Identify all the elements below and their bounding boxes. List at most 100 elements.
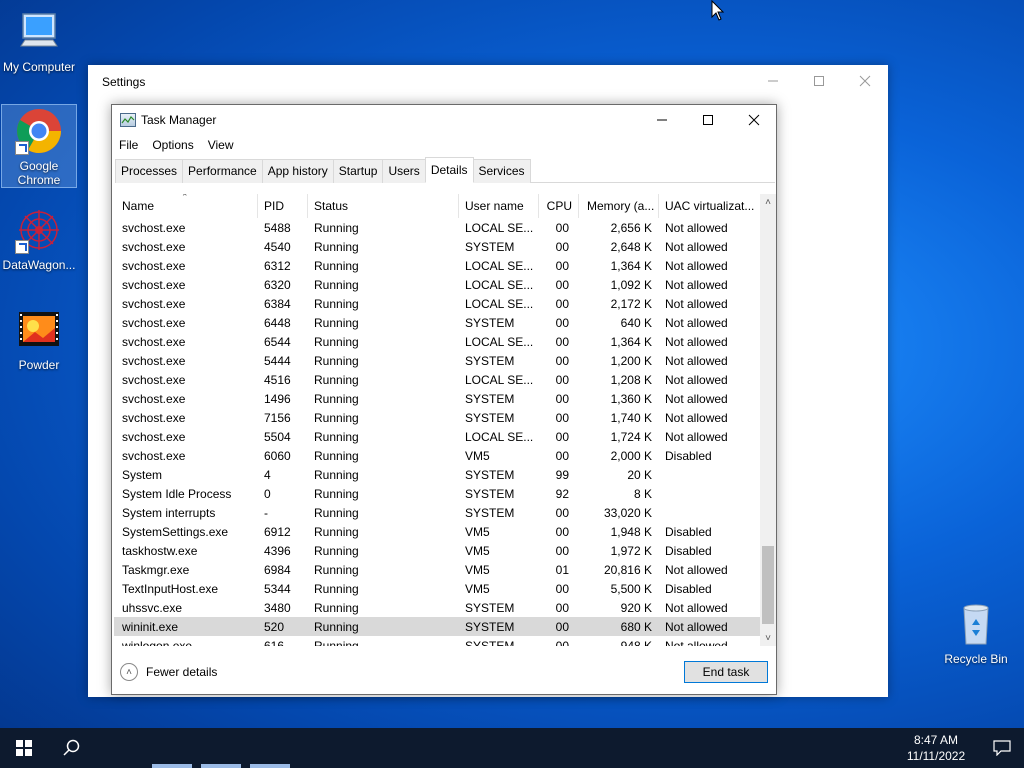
taskbar-app-indicator[interactable] <box>201 764 241 768</box>
fewer-details-label: Fewer details <box>146 665 218 679</box>
cell-uac: Not allowed <box>665 601 728 615</box>
scroll-down-icon[interactable]: ˅ <box>760 630 776 646</box>
cell-uac: Not allowed <box>665 354 728 368</box>
settings-minimize-button[interactable] <box>750 69 796 93</box>
desktop-icon-powder[interactable]: Powder <box>1 306 77 372</box>
fewer-details-toggle[interactable]: ˄ Fewer details <box>120 663 217 681</box>
start-button[interactable] <box>0 728 48 768</box>
taskbar-app-indicator[interactable] <box>152 764 192 768</box>
column-header-memory[interactable]: Memory (a... <box>579 194 659 218</box>
tm-close-button[interactable] <box>731 105 777 135</box>
scroll-up-icon[interactable]: ˄ <box>760 194 776 210</box>
cell-name: svchost.exe <box>122 430 186 444</box>
table-row[interactable]: Taskmgr.exe 6984 Running VM5 01 20,816 K Not a… <box>114 560 761 579</box>
tab-processes[interactable]: Processes <box>115 159 184 183</box>
cell-name: System <box>122 468 163 482</box>
column-header-pid[interactable]: PID <box>258 194 308 218</box>
scroll-thumb[interactable] <box>762 546 774 624</box>
cell-status: Running <box>314 335 359 349</box>
tab-users[interactable]: Users <box>382 159 426 183</box>
desktop-icon-datawagon[interactable]: DataWagon... <box>1 206 77 272</box>
tab-services[interactable]: Services <box>472 159 531 183</box>
table-row[interactable]: svchost.exe 6384 Running LOCAL SE... 00 2,172… <box>114 294 761 313</box>
cell-name: svchost.exe <box>122 335 186 349</box>
vertical-scrollbar[interactable]: ˄ ˅ <box>760 194 776 646</box>
cell-status: Running <box>314 639 359 646</box>
column-header-status[interactable]: Status <box>308 194 459 218</box>
settings-maximize-button[interactable] <box>796 69 842 93</box>
tab-startup[interactable]: Startup <box>332 159 384 183</box>
cell-cpu: 00 <box>555 601 569 615</box>
column-header-uac[interactable]: UAC virtualizat... <box>659 194 761 218</box>
table-row[interactable]: uhssvc.exe 3480 Running SYSTEM 00 920 K Not al… <box>114 598 761 617</box>
table-row[interactable]: svchost.exe 6312 Running LOCAL SE... 00 1,364… <box>114 256 761 275</box>
column-header-cpu[interactable]: CPU <box>539 194 579 218</box>
table-row[interactable]: TextInputHost.exe 5344 Running VM5 00 5,500 K… <box>114 579 761 598</box>
table-row[interactable]: svchost.exe 6448 Running SYSTEM 00 640 K Not a… <box>114 313 761 332</box>
cell-memory: 2,172 K <box>610 297 652 311</box>
table-row[interactable]: SystemSettings.exe 6912 Running VM5 00 1,948 … <box>114 522 761 541</box>
table-row[interactable]: winlogon.exe 616 Running SYSTEM 00 948 K Not a… <box>114 636 761 646</box>
table-row[interactable]: svchost.exe 5488 Running LOCAL SE... 00 2,656… <box>114 218 761 237</box>
task-manager-window[interactable]: Task Manager File Options View Processes… <box>111 104 777 695</box>
desktop-icon-recycle-bin[interactable]: Recycle Bin <box>938 600 1014 666</box>
table-row[interactable]: svchost.exe 6544 Running LOCAL SE... 00 1,364… <box>114 332 761 351</box>
tm-maximize-button[interactable] <box>685 105 731 135</box>
cell-name: winlogon.exe <box>122 639 193 646</box>
cell-name: System interrupts <box>122 506 216 520</box>
table-row[interactable]: svchost.exe 4540 Running SYSTEM 00 2,648 K Not… <box>114 237 761 256</box>
recycle-bin-icon <box>952 600 1000 648</box>
tab-performance[interactable]: Performance <box>182 159 263 183</box>
table-row[interactable]: System interrupts - Running SYSTEM 00 33,020 … <box>114 503 761 522</box>
taskbar-app-indicator[interactable] <box>250 764 290 768</box>
table-row[interactable]: svchost.exe 6060 Running VM5 00 2,000 K Disabl… <box>114 446 761 465</box>
tab-details[interactable]: Details <box>424 157 474 183</box>
table-row[interactable]: taskhostw.exe 4396 Running VM5 00 1,972 K Disa… <box>114 541 761 560</box>
chevron-up-icon: ˄ <box>120 663 138 681</box>
desktop-icon-my-computer[interactable]: My Computer <box>1 8 77 74</box>
cell-pid: 6984 <box>264 563 291 577</box>
column-header-user-name[interactable]: User name <box>459 194 539 218</box>
cell-name: svchost.exe <box>122 278 186 292</box>
task-manager-titlebar[interactable]: Task Manager <box>112 105 776 135</box>
notification-center-button[interactable] <box>980 728 1024 768</box>
tab-app-history[interactable]: App history <box>261 159 334 183</box>
close-icon <box>859 75 871 87</box>
tm-minimize-button[interactable] <box>639 105 685 135</box>
desktop-icon-google-chrome[interactable]: Google Chrome <box>1 104 77 188</box>
taskbar-clock[interactable]: 8:47 AM 11/11/2022 <box>896 732 976 764</box>
cell-memory: 8 K <box>633 487 652 501</box>
cell-cpu: 99 <box>555 468 569 482</box>
menu-options[interactable]: Options <box>145 135 200 157</box>
cell-pid: 5444 <box>264 354 291 368</box>
table-row[interactable]: svchost.exe 1496 Running SYSTEM 00 1,360 K Not… <box>114 389 761 408</box>
cell-user: LOCAL SE... <box>465 278 534 292</box>
menu-view[interactable]: View <box>201 135 241 157</box>
table-row[interactable]: System Idle Process 0 Running SYSTEM 92 8 K <box>114 484 761 503</box>
table-row[interactable]: svchost.exe 6320 Running LOCAL SE... 00 1,092… <box>114 275 761 294</box>
chrome-icon <box>15 107 63 155</box>
end-task-button[interactable]: End task <box>684 661 768 683</box>
cell-status: Running <box>314 221 359 235</box>
datawagon-icon <box>15 206 63 254</box>
table-row[interactable]: System 4 Running SYSTEM 99 20 K <box>114 465 761 484</box>
table-row[interactable]: svchost.exe 5504 Running LOCAL SE... 00 1,724… <box>114 427 761 446</box>
cell-name: SystemSettings.exe <box>122 525 229 539</box>
cell-memory: 20,816 K <box>603 563 652 577</box>
table-row[interactable]: wininit.exe 520 Running SYSTEM 00 680 K Not al… <box>114 617 761 636</box>
settings-close-button[interactable] <box>842 69 888 93</box>
settings-title: Settings <box>102 75 146 89</box>
cell-memory: 1,972 K <box>610 544 652 558</box>
column-header-name[interactable]: ⌃ Name <box>114 194 258 218</box>
menu-file[interactable]: File <box>112 135 145 157</box>
search-button[interactable] <box>48 728 96 768</box>
cell-name: svchost.exe <box>122 316 186 330</box>
cell-status: Running <box>314 620 359 634</box>
recycle-bin-label: Recycle Bin <box>944 652 1008 666</box>
table-row[interactable]: svchost.exe 5444 Running SYSTEM 00 1,200 K Not… <box>114 351 761 370</box>
cell-cpu: 00 <box>555 316 569 330</box>
table-row[interactable]: svchost.exe 4516 Running LOCAL SE... 00 1,208… <box>114 370 761 389</box>
sort-up-icon: ⌃ <box>181 194 189 202</box>
tab-strip: Processes Performance App history Startu… <box>115 157 775 183</box>
table-row[interactable]: svchost.exe 7156 Running SYSTEM 00 1,740 K Not… <box>114 408 761 427</box>
